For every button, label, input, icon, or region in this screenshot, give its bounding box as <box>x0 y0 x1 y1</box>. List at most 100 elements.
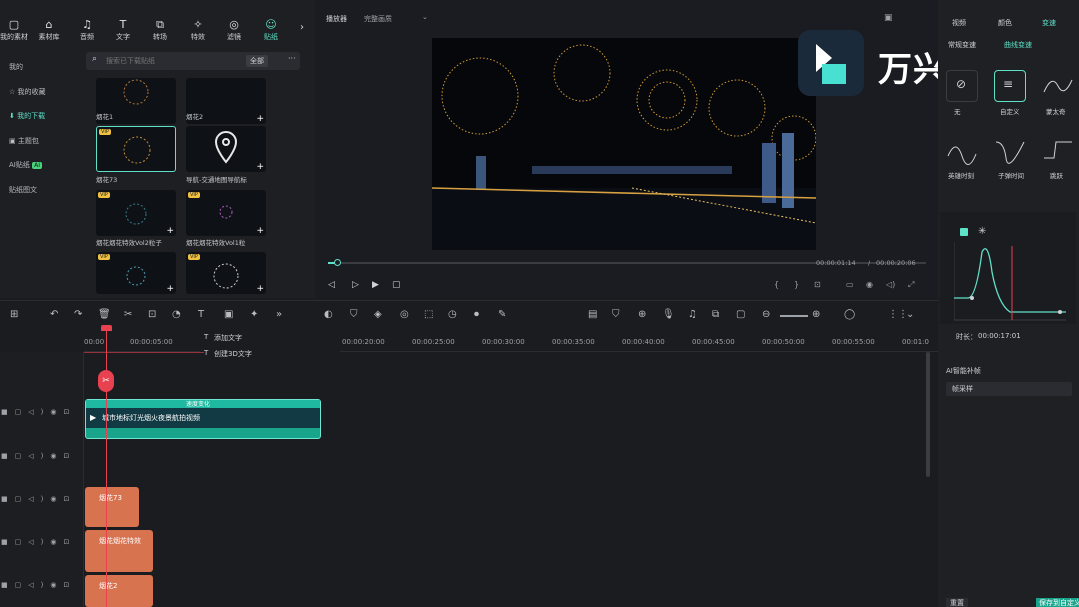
tab-effects[interactable]: ✧ 特效 <box>178 18 218 42</box>
render-icon[interactable]: ▤ <box>588 309 597 320</box>
filter-dropdown[interactable]: 全部 <box>246 55 268 67</box>
split-marker-icon[interactable]: ✂ <box>98 370 114 392</box>
tab-sticker[interactable]: ☺ 贴纸 <box>251 18 291 42</box>
monitor-icon[interactable]: ▭ <box>846 280 854 289</box>
speed-icon[interactable]: ◔ <box>172 309 181 320</box>
tag-icon[interactable]: ◈ <box>374 309 382 320</box>
menu-create-3d-text[interactable]: 创建3D文字 <box>214 349 252 359</box>
speed-mode-normal[interactable]: 常规变速 <box>948 40 976 50</box>
sidebar-item-mine[interactable]: 我的 <box>0 55 84 80</box>
camera-icon[interactable]: ◉ <box>866 280 873 289</box>
undo-icon[interactable]: ↶ <box>50 309 58 320</box>
crop-icon[interactable]: ⊡ <box>148 309 156 320</box>
playhead-handle[interactable] <box>101 325 112 331</box>
pen-icon[interactable]: ✎ <box>498 309 506 320</box>
more-tools-icon[interactable]: » <box>276 309 282 320</box>
preset-custom[interactable]: ≡ <box>994 70 1026 102</box>
sticker-thumb[interactable]: + <box>186 126 266 172</box>
sidebar-item-sticker-text[interactable]: 贴纸图文 <box>0 178 84 203</box>
mark-in-icon[interactable]: { <box>774 280 779 289</box>
play-icon[interactable]: ▶ <box>372 280 379 290</box>
ai-icon[interactable]: ◎ <box>400 309 409 320</box>
speed-mode-curve[interactable]: 曲线变速 <box>1004 40 1032 50</box>
ai-frame-select[interactable]: 帧采样 <box>946 382 1072 396</box>
ripple-icon[interactable]: ⧉ <box>712 309 719 320</box>
tab-text[interactable]: T 文字 <box>103 18 143 42</box>
chevron-down-icon[interactable]: ⌄ <box>422 13 428 21</box>
export-frame-icon[interactable]: ⬚ <box>424 309 433 320</box>
sticker-clip[interactable]: 烟花2 <box>85 575 153 607</box>
tab-transition[interactable]: ⧉ 转场 <box>140 18 180 42</box>
sticker-thumb[interactable]: VIP + <box>96 252 176 294</box>
split-icon[interactable]: ✂ <box>124 309 132 320</box>
tab-filter[interactable]: ◎ 滤镜 <box>214 18 254 42</box>
fullscreen-icon[interactable]: ⤢ <box>908 280 914 290</box>
preset-none[interactable]: ⊘ <box>946 70 978 102</box>
sticker-thumb[interactable]: VIP + <box>186 190 266 236</box>
quality-dropdown[interactable]: 完整画质 <box>364 14 392 24</box>
add-icon[interactable]: + <box>166 226 174 236</box>
track-controls[interactable]: ■▢◁)◉⊡ <box>0 408 84 416</box>
volume-icon[interactable]: ◁) <box>886 280 895 289</box>
audio-icon[interactable]: ♫ <box>688 309 697 320</box>
select-icon[interactable]: ⊞ <box>10 309 18 320</box>
video-preview[interactable] <box>432 38 816 250</box>
speed-curve-editor[interactable]: ✳ <box>940 212 1076 324</box>
preset-bullet[interactable] <box>994 136 1026 168</box>
snapshot-icon[interactable]: ▣ <box>884 13 893 23</box>
sticker-thumb[interactable]: VIP + <box>186 252 266 294</box>
sticker-thumb[interactable]: VIP + <box>96 190 176 236</box>
sticker-thumb-selected[interactable]: VIP <box>96 126 176 172</box>
mark-out-icon[interactable]: } <box>794 280 799 289</box>
mic-icon[interactable]: 🎙 <box>662 309 675 320</box>
prev-frame-icon[interactable]: ◁ <box>328 280 335 290</box>
tab-library[interactable]: ⌂ 素材库 <box>29 18 69 42</box>
add-icon[interactable]: + <box>256 162 264 172</box>
track-controls[interactable]: ■▢◁)◉⊡ <box>0 452 84 460</box>
add-icon[interactable]: + <box>256 226 264 236</box>
delete-icon[interactable]: 🗑 <box>98 309 111 320</box>
shield-icon[interactable]: ⛉ <box>350 309 358 320</box>
effect-icon[interactable]: ✦ <box>250 309 258 320</box>
sidebar-item-themes[interactable]: ▣ 主题包 <box>0 129 84 154</box>
chevron-down-icon[interactable]: ⌄ <box>906 309 914 320</box>
track-controls[interactable]: ■▢◁)◉⊡ <box>0 495 84 503</box>
sticker-clip[interactable]: 烟花烟花特效 <box>85 530 153 572</box>
fit-icon[interactable]: ◯ <box>844 309 855 320</box>
stop-icon[interactable]: ▢ <box>392 280 401 290</box>
add-icon[interactable]: + <box>166 284 174 294</box>
menu-add-text[interactable]: 添加文字 <box>214 333 242 343</box>
tab-audio[interactable]: ♫ 音频 <box>67 18 107 42</box>
sidebar-item-downloads[interactable]: ⬇ 我的下载 <box>0 104 84 129</box>
track-controls[interactable]: ■▢◁)◉⊡ <box>0 581 84 589</box>
zoom-out-icon[interactable]: ⊖ <box>762 309 770 320</box>
more-icon[interactable]: ··· <box>288 54 296 63</box>
next-frame-icon[interactable]: ▷ <box>352 280 359 290</box>
snowflake-icon[interactable]: ✳ <box>978 226 986 237</box>
reset-button[interactable]: 重置 <box>946 598 968 607</box>
tab-video[interactable]: 视频 <box>952 18 966 28</box>
mix-icon[interactable]: ◐ <box>324 309 333 320</box>
preset-montage[interactable] <box>1042 70 1074 102</box>
text-tool-icon[interactable]: T <box>198 309 204 320</box>
tab-speed[interactable]: 变速 <box>1042 18 1056 28</box>
keyframe-icon[interactable] <box>960 228 968 236</box>
tab-color[interactable]: 颜色 <box>998 18 1012 28</box>
add-icon[interactable]: + <box>256 284 264 294</box>
record-icon[interactable]: ⏺ <box>474 309 479 320</box>
marker-icon[interactable]: ⛉ <box>612 309 620 320</box>
search-input[interactable] <box>106 54 226 68</box>
track-controls[interactable]: ■▢◁)◉⊡ <box>0 538 84 546</box>
sidebar-item-favorites[interactable]: ☆ 我的收藏 <box>0 80 84 105</box>
progress-handle[interactable] <box>334 259 341 266</box>
crop-icon[interactable]: ⊡ <box>814 280 821 289</box>
preset-jump[interactable] <box>1042 136 1074 168</box>
zoom-in-icon[interactable]: ⊕ <box>812 309 820 320</box>
save-button[interactable]: 保存到自定义 <box>1036 598 1079 607</box>
sidebar-item-ai-sticker[interactable]: AI贴纸 AI <box>0 153 84 178</box>
snap-icon[interactable]: ⊕ <box>638 309 646 320</box>
frame-icon[interactable]: ▢ <box>736 309 745 320</box>
redo-icon[interactable]: ↷ <box>74 309 82 320</box>
chevron-right-icon[interactable]: › <box>300 22 304 33</box>
preset-hero[interactable] <box>946 136 978 168</box>
